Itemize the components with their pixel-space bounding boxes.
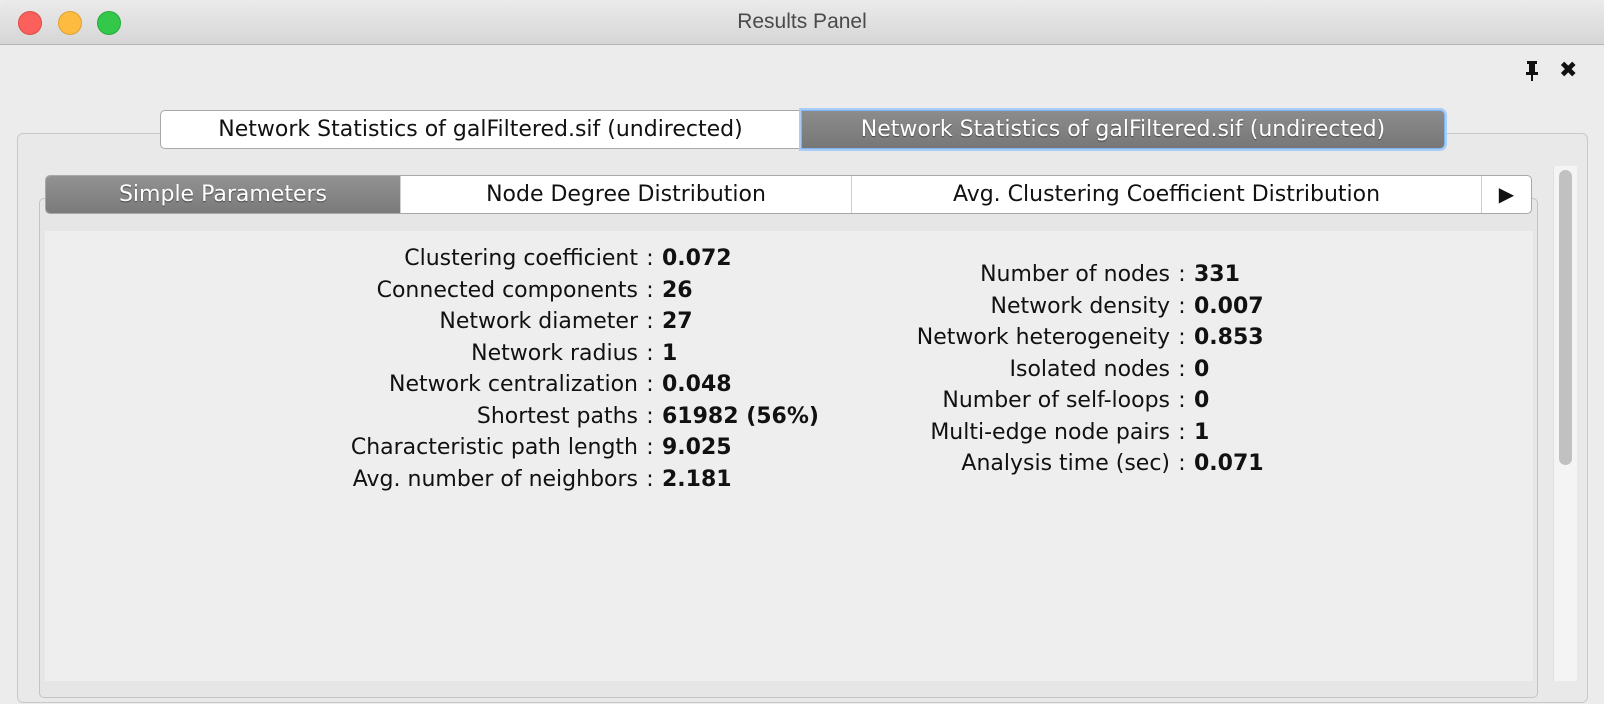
stat-row: Network density:0.007 [670, 291, 1264, 322]
stat-label: Isolated nodes [1009, 356, 1171, 382]
stat-row: Characteristic path length:9.025 [138, 432, 732, 463]
stat-value: 0.071 [1194, 451, 1264, 476]
vertical-scrollbar[interactable] [1553, 166, 1577, 681]
tab-avg-clustering-coefficient-distribution[interactable]: Avg. Clustering Coefficient Distribution [852, 176, 1482, 213]
stat-separator: : [1178, 325, 1186, 350]
stat-row: Analysis time (sec):0.071 [670, 448, 1264, 479]
stat-separator: : [1178, 356, 1186, 382]
stat-row: Network heterogeneity:0.853 [670, 322, 1264, 353]
stat-separator: : [1178, 419, 1186, 445]
stat-separator: : [646, 246, 654, 271]
stat-row: Number of self-loops:0 [670, 385, 1209, 416]
tab-network-statistics-1[interactable]: Network Statistics of galFiltered.sif (u… [160, 110, 801, 149]
stat-value: 0.853 [1194, 325, 1264, 350]
stat-separator: : [1178, 293, 1186, 319]
statistics-tabs: Simple Parameters Node Degree Distributi… [45, 175, 1532, 214]
stat-row: Network radius:1 [138, 338, 677, 369]
stat-separator: : [646, 340, 654, 366]
stat-label: Shortest paths [476, 403, 638, 429]
stat-value: 331 [1194, 262, 1240, 287]
stat-label: Network density [990, 293, 1170, 319]
stat-row: Avg. number of neighbors:2.181 [138, 464, 732, 495]
stat-label: Network diameter [439, 309, 638, 334]
pin-icon[interactable] [1524, 60, 1540, 88]
close-icon[interactable]: ✖ [1559, 58, 1577, 83]
stat-row: Clustering coefficient:0.072 [138, 243, 731, 274]
stat-row: Connected components:26 [138, 275, 693, 306]
stat-label: Clustering coefficient [404, 246, 638, 271]
scrollbar-thumb[interactable] [1559, 170, 1572, 465]
tab-network-statistics-2[interactable]: Network Statistics of galFiltered.sif (u… [801, 110, 1445, 149]
stat-value: 0.007 [1194, 293, 1264, 319]
more-tabs-arrow-icon[interactable]: ▶ [1482, 176, 1531, 213]
stat-row: Isolated nodes:0 [670, 354, 1210, 385]
stat-separator: : [646, 277, 654, 303]
stat-value: 0 [1194, 388, 1210, 413]
stat-value: 0 [1194, 356, 1210, 382]
stat-row: Number of nodes:331 [670, 259, 1240, 290]
stat-separator: : [646, 372, 654, 397]
stat-separator: : [646, 435, 654, 460]
stat-label: Network radius [471, 340, 638, 366]
stat-label: Connected components [376, 277, 638, 303]
stat-separator: : [1178, 388, 1186, 413]
stat-label: Network heterogeneity [916, 325, 1170, 350]
stat-separator: : [1178, 451, 1186, 476]
stat-row: Network centralization:0.048 [138, 369, 732, 400]
stat-label: Characteristic path length [350, 435, 638, 460]
stat-label: Avg. number of neighbors [352, 466, 638, 492]
stat-separator: : [1178, 262, 1186, 287]
stat-label: Network centralization [389, 372, 638, 397]
stat-value: 1 [1194, 419, 1210, 445]
title-bar: Results Panel [0, 0, 1604, 45]
stat-label: Multi-edge node pairs [930, 419, 1170, 445]
stat-separator: : [646, 466, 654, 492]
stat-label: Analysis time (sec) [961, 451, 1170, 476]
tab-node-degree-distribution[interactable]: Node Degree Distribution [401, 176, 852, 213]
tab-simple-parameters[interactable]: Simple Parameters [46, 176, 401, 213]
stat-row: Multi-edge node pairs:1 [670, 417, 1209, 448]
stat-separator: : [646, 403, 654, 429]
stat-separator: : [646, 309, 654, 334]
stat-row: Network diameter:27 [138, 306, 692, 337]
stat-label: Number of nodes [980, 262, 1170, 287]
window-title: Results Panel [737, 10, 867, 33]
stat-label: Number of self-loops [942, 388, 1170, 413]
